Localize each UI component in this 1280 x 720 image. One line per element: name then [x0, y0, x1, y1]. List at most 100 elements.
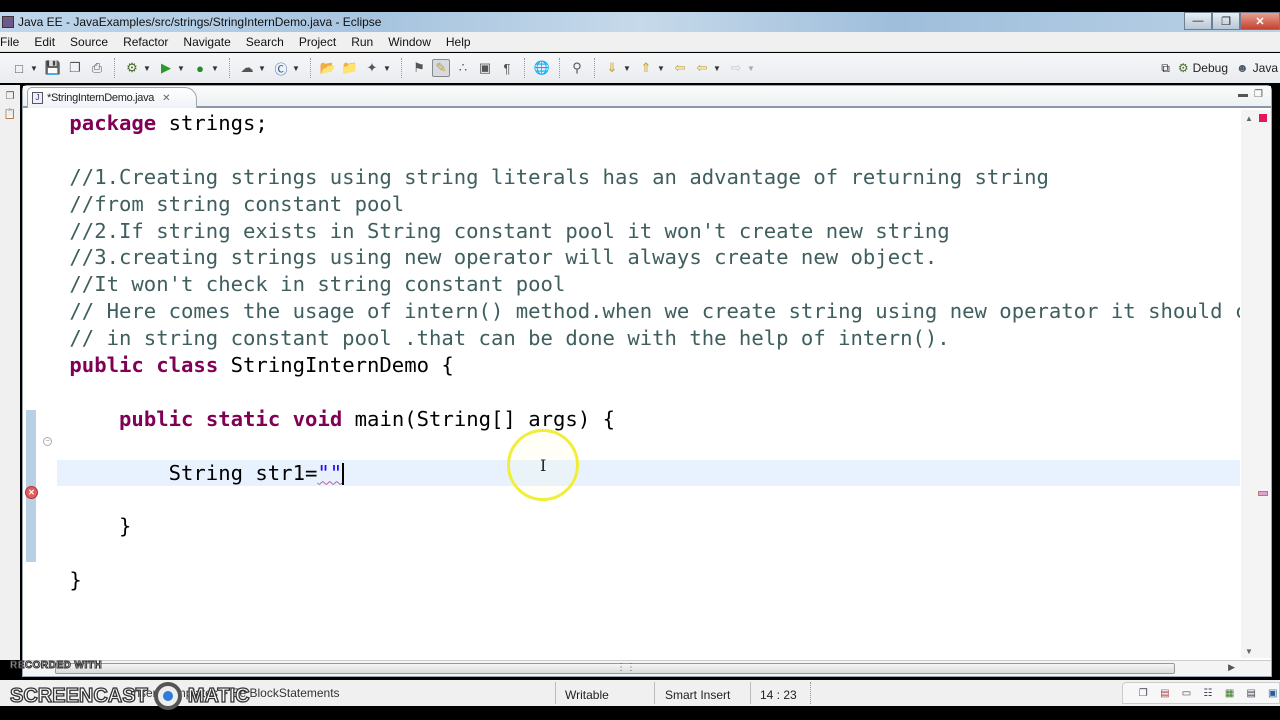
code-line[interactable]: //3.creating strings using new operator … [57, 244, 1240, 271]
tab-stringinterndemo[interactable]: J *StringInternDemo.java ✕ [27, 87, 197, 108]
toggle-breadcrumb-icon[interactable]: ⚑ [410, 59, 428, 77]
run-dropdown[interactable]: ▼ [177, 64, 185, 73]
code-line[interactable] [57, 540, 1240, 567]
code-line[interactable] [57, 433, 1240, 460]
horizontal-scroll-thumb[interactable]: ⋮⋮ [55, 662, 1175, 674]
new-server-dropdown[interactable]: ▼ [258, 64, 266, 73]
menu-edit[interactable]: Edit [34, 35, 55, 49]
code-line[interactable]: //2.If string exists in String constant … [57, 218, 1240, 245]
last-edit-location-icon[interactable]: ⇦ [671, 59, 689, 77]
open-type-icon[interactable]: 📂 [319, 59, 337, 77]
back-icon[interactable]: ⇦ [693, 59, 711, 77]
menu-navigate[interactable]: Navigate [183, 35, 230, 49]
new-dropdown[interactable]: ▼ [30, 64, 38, 73]
servers-view-icon[interactable]: ▤ [1159, 687, 1172, 700]
code-line[interactable]: // in string constant pool .that can be … [57, 325, 1240, 352]
maximize-editor-icon[interactable]: ❐ [1254, 89, 1263, 100]
show-whitespace-icon[interactable]: ¶ [498, 59, 516, 77]
code-line[interactable] [57, 137, 1240, 164]
data-source-view-icon[interactable]: ▦ [1223, 687, 1236, 700]
snippets-view-icon[interactable]: ▤ [1245, 687, 1258, 700]
code-comment: // in string constant pool .that can be … [69, 326, 950, 351]
properties-view-icon[interactable]: ☷ [1202, 687, 1215, 700]
code-line[interactable] [57, 486, 1240, 513]
scroll-down-arrow-icon[interactable]: ▼ [1245, 647, 1253, 656]
save-all-icon[interactable]: ❐ [66, 59, 84, 77]
run-icon[interactable]: ▶ [157, 59, 175, 77]
forward-icon[interactable]: ⇨ [727, 59, 745, 77]
menu-file[interactable]: File [0, 35, 19, 49]
menu-source[interactable]: Source [70, 35, 108, 49]
mark-occurrences-icon[interactable]: ✎ [432, 59, 450, 77]
new-server-icon[interactable]: ☁ [238, 59, 256, 77]
minimize-button[interactable]: — [1184, 12, 1212, 30]
editor-gutter: − ✕ [23, 110, 55, 658]
package-explorer-icon[interactable]: 📋 [3, 107, 17, 121]
open-task-icon[interactable]: 📁 [341, 59, 359, 77]
scroll-right-arrow-icon[interactable]: ▶ [1228, 662, 1235, 673]
error-summary-icon[interactable] [1259, 114, 1267, 122]
pin-editor-icon[interactable]: ⚲ [568, 59, 586, 77]
menu-window[interactable]: Window [388, 35, 431, 49]
code-line[interactable]: } [57, 513, 1240, 540]
error-overview-marker[interactable] [1258, 491, 1268, 496]
forward-dropdown[interactable]: ▼ [747, 64, 755, 73]
debug-dropdown[interactable]: ▼ [143, 64, 151, 73]
scroll-up-arrow-icon[interactable]: ▲ [1245, 114, 1253, 123]
code-keyword: public [69, 353, 144, 378]
code-line[interactable]: //It won't check in string constant pool [57, 271, 1240, 298]
search-icon[interactable]: ✦ [363, 59, 381, 77]
close-tab-icon[interactable]: ✕ [162, 93, 170, 104]
restore-view-icon[interactable]: ❐ [3, 89, 17, 103]
back-dropdown[interactable]: ▼ [713, 64, 721, 73]
code-line[interactable]: // Here comes the usage of intern() meth… [57, 298, 1240, 325]
close-button[interactable]: ✕ [1240, 12, 1280, 30]
error-marker-icon[interactable]: ✕ [25, 486, 38, 499]
menu-project[interactable]: Project [299, 35, 336, 49]
code-comment: //2.If string exists in String constant … [69, 218, 950, 243]
code-line[interactable]: public static void main(String[] args) { [57, 406, 1240, 433]
code-line[interactable]: String str1="" [57, 459, 1240, 487]
save-icon[interactable]: 💾 [44, 59, 62, 77]
new-class-dropdown[interactable]: ▼ [292, 64, 300, 73]
next-annotation-dropdown[interactable]: ▼ [623, 64, 631, 73]
status-insert-mode: Smart Insert [665, 688, 731, 702]
new-java-class-icon[interactable]: Ⓒ [272, 59, 290, 77]
console-view-icon[interactable]: ▭ [1180, 687, 1193, 700]
code-line[interactable]: package strings; [57, 110, 1240, 137]
restore-icon[interactable]: ❐ [1137, 687, 1150, 700]
java-perspective-button[interactable]: ☻ Java [1236, 61, 1278, 75]
menu-help[interactable]: Help [446, 35, 471, 49]
run-external-tools-icon[interactable]: ● [191, 59, 209, 77]
code-line[interactable]: public class StringInternDemo { [57, 352, 1240, 379]
code-line[interactable]: //1.Creating strings using string litera… [57, 164, 1240, 191]
code-line[interactable]: //from string constant pool [57, 191, 1240, 218]
debug-perspective-button[interactable]: ⚙ Debug [1178, 61, 1228, 75]
open-perspective-button[interactable]: ⧉ [1161, 61, 1170, 76]
external-tools-dropdown[interactable]: ▼ [211, 64, 219, 73]
minimize-editor-icon[interactable]: ▬ [1238, 89, 1248, 100]
problems-view-icon[interactable]: ▣ [1266, 687, 1279, 700]
menu-run[interactable]: Run [351, 35, 373, 49]
new-icon[interactable]: □ [10, 59, 28, 77]
menu-refactor[interactable]: Refactor [123, 35, 168, 49]
show-source-icon[interactable]: ▣ [476, 59, 494, 77]
menu-search[interactable]: Search [246, 35, 284, 49]
horizontal-scrollbar[interactable]: ⋮⋮ ▶ [23, 660, 1271, 676]
print-icon[interactable]: ⎙ [88, 59, 106, 77]
web-browser-icon[interactable]: 🌐 [533, 59, 551, 77]
block-selection-icon[interactable]: ∴ [454, 59, 472, 77]
previous-annotation-icon[interactable]: ⇑ [637, 59, 655, 77]
previous-annotation-dropdown[interactable]: ▼ [657, 64, 665, 73]
code-line[interactable]: } [57, 567, 1240, 594]
code-editor[interactable]: package strings; //1.Creating strings us… [57, 110, 1240, 658]
search-dropdown[interactable]: ▼ [383, 64, 391, 73]
restore-button[interactable]: ❐ [1212, 12, 1240, 30]
fold-collapse-icon[interactable]: − [43, 437, 52, 446]
next-annotation-icon[interactable]: ⇓ [603, 59, 621, 77]
code-line[interactable] [57, 379, 1240, 406]
debug-icon[interactable]: ⚙ [123, 59, 141, 77]
